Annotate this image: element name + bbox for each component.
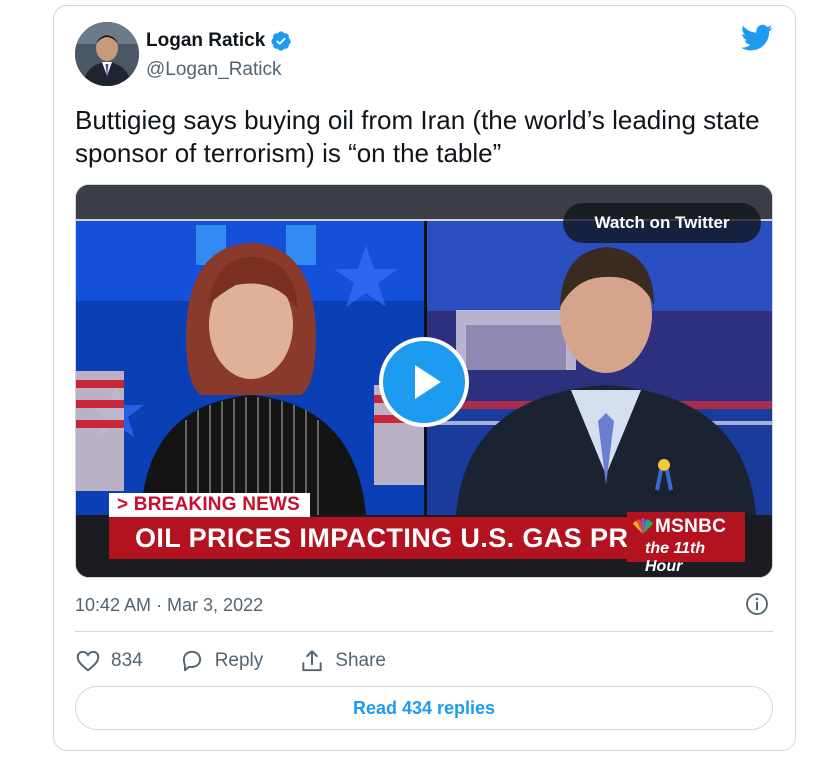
- avatar[interactable]: [75, 22, 139, 86]
- heart-icon: [76, 650, 100, 672]
- share-label: Share: [335, 650, 386, 671]
- like-button[interactable]: 834: [75, 648, 143, 674]
- tweet-actions: 834 Reply Share: [75, 645, 422, 677]
- info-icon[interactable]: [745, 592, 769, 616]
- watch-on-twitter-button[interactable]: Watch on Twitter: [563, 203, 761, 243]
- news-banner: OIL PRICES IMPACTING U.S. GAS PRICES: [109, 517, 655, 559]
- video-player[interactable]: Watch on Twitter > BREAKING NEWS OIL PRI…: [75, 184, 773, 578]
- share-button[interactable]: Share: [299, 648, 386, 674]
- share-icon: [302, 650, 322, 672]
- reply-label: Reply: [214, 650, 264, 671]
- tweet-timestamp[interactable]: 10:42 AM · Mar 3, 2022: [75, 595, 263, 616]
- peacock-icon: [633, 518, 653, 534]
- network-logo: MSNBC the 11th Hour: [627, 512, 745, 575]
- tweet-text: Buttigieg says buying oil from Iran (the…: [75, 105, 760, 168]
- reply-button[interactable]: Reply: [179, 648, 264, 674]
- like-count: 834: [111, 650, 143, 671]
- network-name: MSNBC: [655, 516, 727, 537]
- reply-icon: [182, 650, 201, 672]
- breaking-news-label: > BREAKING NEWS: [109, 493, 310, 517]
- verified-badge-icon: [271, 31, 291, 51]
- show-name: the 11th Hour: [645, 540, 706, 575]
- read-replies-button[interactable]: Read 434 replies: [75, 686, 773, 730]
- play-button[interactable]: [379, 337, 469, 427]
- twitter-bird-icon[interactable]: [741, 24, 773, 52]
- play-icon: [415, 365, 441, 399]
- author-name[interactable]: Logan Ratick: [146, 30, 265, 52]
- author-handle[interactable]: @Logan_Ratick: [146, 59, 281, 81]
- divider: [75, 631, 773, 632]
